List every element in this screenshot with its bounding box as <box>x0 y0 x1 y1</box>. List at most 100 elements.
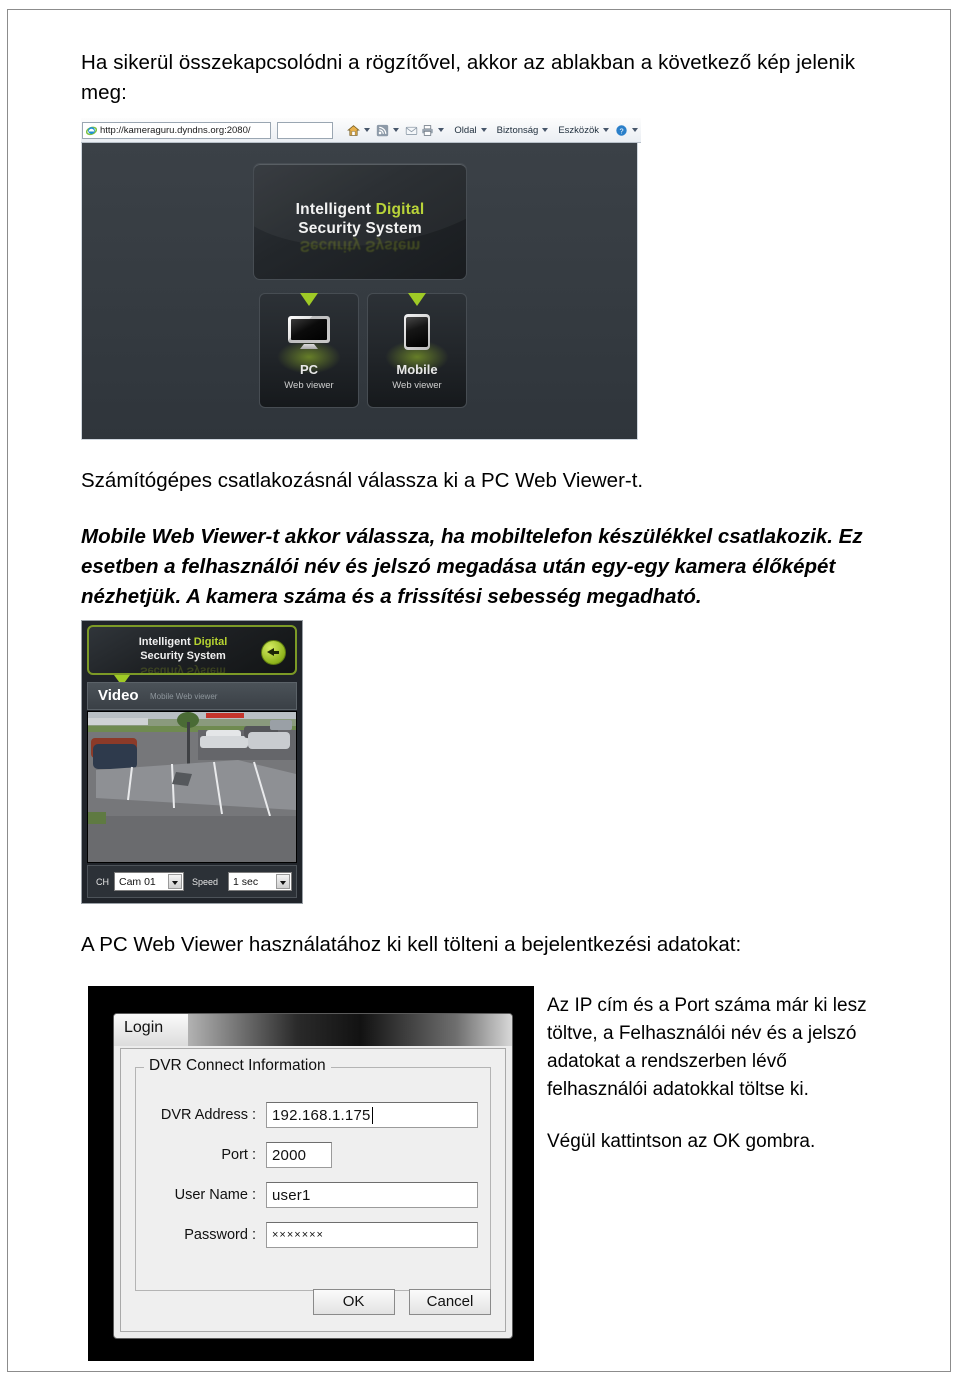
channel-value: Cam 01 <box>119 875 156 888</box>
dialog-button-row: OK Cancel <box>121 1289 491 1315</box>
login-dialog-screenshot: Login DVR Connect Information DVR Addres… <box>88 986 534 1361</box>
help-dropdown-caret[interactable] <box>632 128 638 132</box>
browser-screenshot: http://kameraguru.dyndns.org:2080/ Oldal… <box>81 118 641 440</box>
back-arrow-icon[interactable] <box>261 640 286 665</box>
menu-page[interactable]: Oldal <box>454 125 476 136</box>
dvr-address-label: DVR Address : <box>160 1107 256 1123</box>
paragraph-pc-viewer: Számítógépes csatlakozásnál válassza ki … <box>81 469 644 492</box>
port-field[interactable]: 2000 <box>266 1142 332 1168</box>
page-content: Ha sikerül összekapcsolódni a rögzítővel… <box>81 48 881 1374</box>
pc-web-viewer-tile[interactable]: PC Web viewer <box>259 293 359 408</box>
dvr-address-field[interactable]: 192.168.1.175 <box>266 1102 478 1128</box>
web-viewer-page: Intelligent Digital Security System Secu… <box>81 143 638 440</box>
group-title: DVR Connect Information <box>144 1057 331 1075</box>
field-row-user-name: User Name : user1 <box>136 1182 490 1212</box>
printer-icon[interactable] <box>421 124 434 137</box>
mobile-tile-sublabel: Web viewer <box>392 380 442 391</box>
field-row-dvr-address: DVR Address : 192.168.1.175 <box>136 1102 490 1132</box>
green-pointer-icon <box>300 293 318 306</box>
dialog-titlebar: Login <box>114 1014 512 1046</box>
mobile-logo-line1-highlight: Digital <box>193 636 228 648</box>
mobile-camera-controls: CH Cam 01 Speed 1 sec <box>87 865 297 898</box>
password-field[interactable]: ××××××× <box>266 1222 478 1248</box>
user-name-value: user1 <box>272 1186 311 1204</box>
logo-line1-normal: Intelligent <box>295 201 376 218</box>
chevron-down-icon[interactable] <box>168 874 182 889</box>
document-page: Ha sikerül összekapcsolódni a rögzítővel… <box>7 9 951 1372</box>
mobile-logo-line1-normal: Intelligent <box>138 636 194 648</box>
pc-tile-label: PC <box>299 362 319 377</box>
login-section: Login DVR Connect Information DVR Addres… <box>81 986 881 1374</box>
logo-line2: Security System <box>298 220 422 237</box>
menu-security[interactable]: Biztonság <box>497 125 539 136</box>
pc-tile-sublabel: Web viewer <box>284 380 334 391</box>
port-label: Port : <box>221 1147 256 1163</box>
logo-line1-highlight: Digital <box>375 201 425 218</box>
password-label: Password : <box>184 1227 256 1243</box>
ok-button[interactable]: OK <box>312 1289 395 1315</box>
user-name-label: User Name : <box>174 1187 256 1203</box>
search-box[interactable] <box>276 121 334 139</box>
intro-paragraph: Ha sikerül összekapcsolódni a rögzítővel… <box>81 51 856 104</box>
mobile-viewer-screenshot: Intelligent Digital Security System Secu… <box>81 620 303 904</box>
menu-tools[interactable]: Eszközök <box>558 125 599 136</box>
port-value: 2000 <box>272 1146 307 1164</box>
monitor-icon <box>288 316 330 349</box>
login-side-note: Az IP cím és a Port száma már ki lesz tö… <box>547 992 877 1156</box>
mobile-logo-text: Intelligent Digital Security System Secu… <box>113 636 253 675</box>
print-dropdown-caret[interactable] <box>438 128 445 132</box>
login-dialog: Login DVR Connect Information DVR Addres… <box>113 1013 513 1339</box>
page-dropdown-caret[interactable] <box>480 128 487 132</box>
speed-label: Speed <box>192 877 219 887</box>
mobile-phone-icon <box>404 314 430 350</box>
dvr-address-value: 192.168.1.175 <box>272 1106 371 1124</box>
dialog-title: Login <box>124 1019 164 1036</box>
chevron-down-icon[interactable] <box>276 874 290 889</box>
mail-icon[interactable] <box>405 124 418 137</box>
svg-text:?: ? <box>619 126 623 135</box>
password-value: ××××××× <box>272 1229 324 1241</box>
side-note-second: Végül kattintson az OK gombra. <box>547 1131 816 1152</box>
speed-select[interactable]: 1 sec <box>228 872 292 891</box>
camera-live-image <box>87 711 297 863</box>
viewer-logo-text: Intelligent Digital Security System <box>254 200 466 238</box>
dvr-connect-information-group: DVR Connect Information DVR Address : 19… <box>135 1057 491 1291</box>
paragraph-login-intro: A PC Web Viewer használatához ki kell tö… <box>81 933 742 956</box>
rss-feed-icon[interactable] <box>376 124 389 137</box>
cancel-button[interactable]: Cancel <box>409 1289 491 1315</box>
user-name-field[interactable]: user1 <box>266 1182 478 1208</box>
mobile-web-viewer-tile[interactable]: Mobile Web viewer <box>367 293 467 408</box>
help-icon[interactable]: ? <box>615 124 628 137</box>
channel-select[interactable]: Cam 01 <box>114 872 184 891</box>
mobile-tile-label: Mobile <box>396 362 438 377</box>
mobile-logo-line2: Security System <box>140 649 226 662</box>
browser-toolbar: http://kameraguru.dyndns.org:2080/ Oldal… <box>81 118 641 143</box>
speed-value: 1 sec <box>233 875 259 888</box>
text-cursor <box>371 1106 373 1124</box>
dialog-body: DVR Connect Information DVR Address : 19… <box>120 1048 506 1332</box>
field-row-port: Port : 2000 <box>136 1142 490 1172</box>
viewer-logo-reflection: Security System <box>254 236 466 255</box>
browser-command-bar: Oldal Biztonság Eszközök ? <box>347 124 641 137</box>
security-dropdown-caret[interactable] <box>542 128 549 132</box>
mobile-section-title: Video <box>98 687 139 704</box>
viewer-logo-panel: Intelligent Digital Security System Secu… <box>253 163 467 280</box>
address-bar[interactable]: http://kameraguru.dyndns.org:2080/ <box>82 121 271 139</box>
mobile-section-header: Video Mobile Web viewer <box>87 682 297 710</box>
home-icon[interactable] <box>347 124 361 137</box>
tools-dropdown-caret[interactable] <box>603 128 609 132</box>
feeds-dropdown-caret[interactable] <box>393 128 400 132</box>
address-text: http://kameraguru.dyndns.org:2080/ <box>100 124 251 136</box>
mobile-logo-panel: Intelligent Digital Security System Secu… <box>87 625 297 675</box>
channel-label: CH <box>96 877 109 887</box>
parking-lot-camera-frame <box>88 712 296 862</box>
logo-reflection-text: Security System <box>299 237 421 254</box>
mobile-logo-reflection: Security System <box>140 664 226 675</box>
paragraph-mobile-viewer: Mobile Web Viewer-t akkor válassza, ha m… <box>81 525 863 608</box>
mobile-section-subtitle: Mobile Web viewer <box>150 692 218 701</box>
field-row-password: Password : ××××××× <box>136 1222 490 1252</box>
home-dropdown-caret[interactable] <box>364 128 371 132</box>
side-note-first: Az IP cím és a Port száma már ki lesz tö… <box>547 995 867 1100</box>
green-pointer-icon <box>408 293 426 306</box>
side-note-spacer <box>547 1104 877 1128</box>
